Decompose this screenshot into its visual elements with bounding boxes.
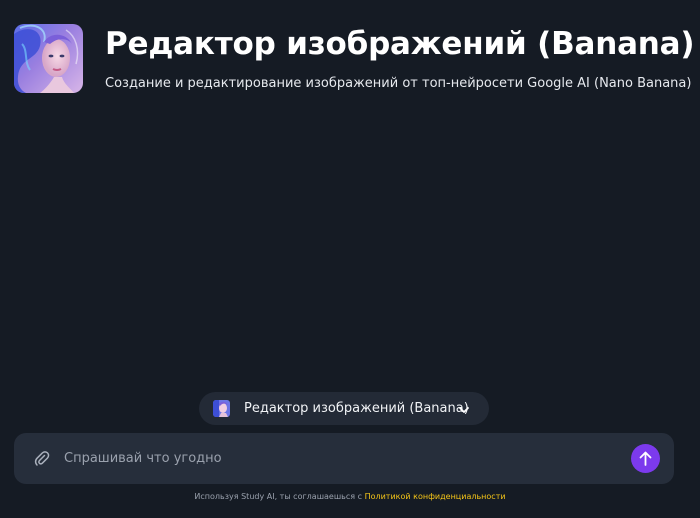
chevron-down-icon [457,402,471,416]
footer-text: Используя Study AI, ты соглашаешься с [194,492,365,501]
privacy-policy-link[interactable]: Политикой конфиденциальности [365,492,506,501]
assistant-avatar [14,24,83,93]
arrow-up-icon [639,451,652,466]
message-composer [14,433,674,484]
prompt-input[interactable] [64,447,624,469]
page-subtitle: Создание и редактирование изображений от… [105,76,692,91]
page-header: Редактор изображений (Banana) Создание и… [14,24,695,96]
model-selector-button[interactable]: Редактор изображений (Banana) [199,392,489,425]
footer-disclaimer: Используя Study AI, ты соглашаешься с По… [0,491,700,503]
portrait-art-icon [213,400,230,417]
paperclip-icon[interactable] [33,449,51,467]
send-button[interactable] [631,444,660,473]
model-selector-label: Редактор изображений (Banana) [244,401,469,416]
page-title: Редактор изображений (Banana) [105,26,695,62]
